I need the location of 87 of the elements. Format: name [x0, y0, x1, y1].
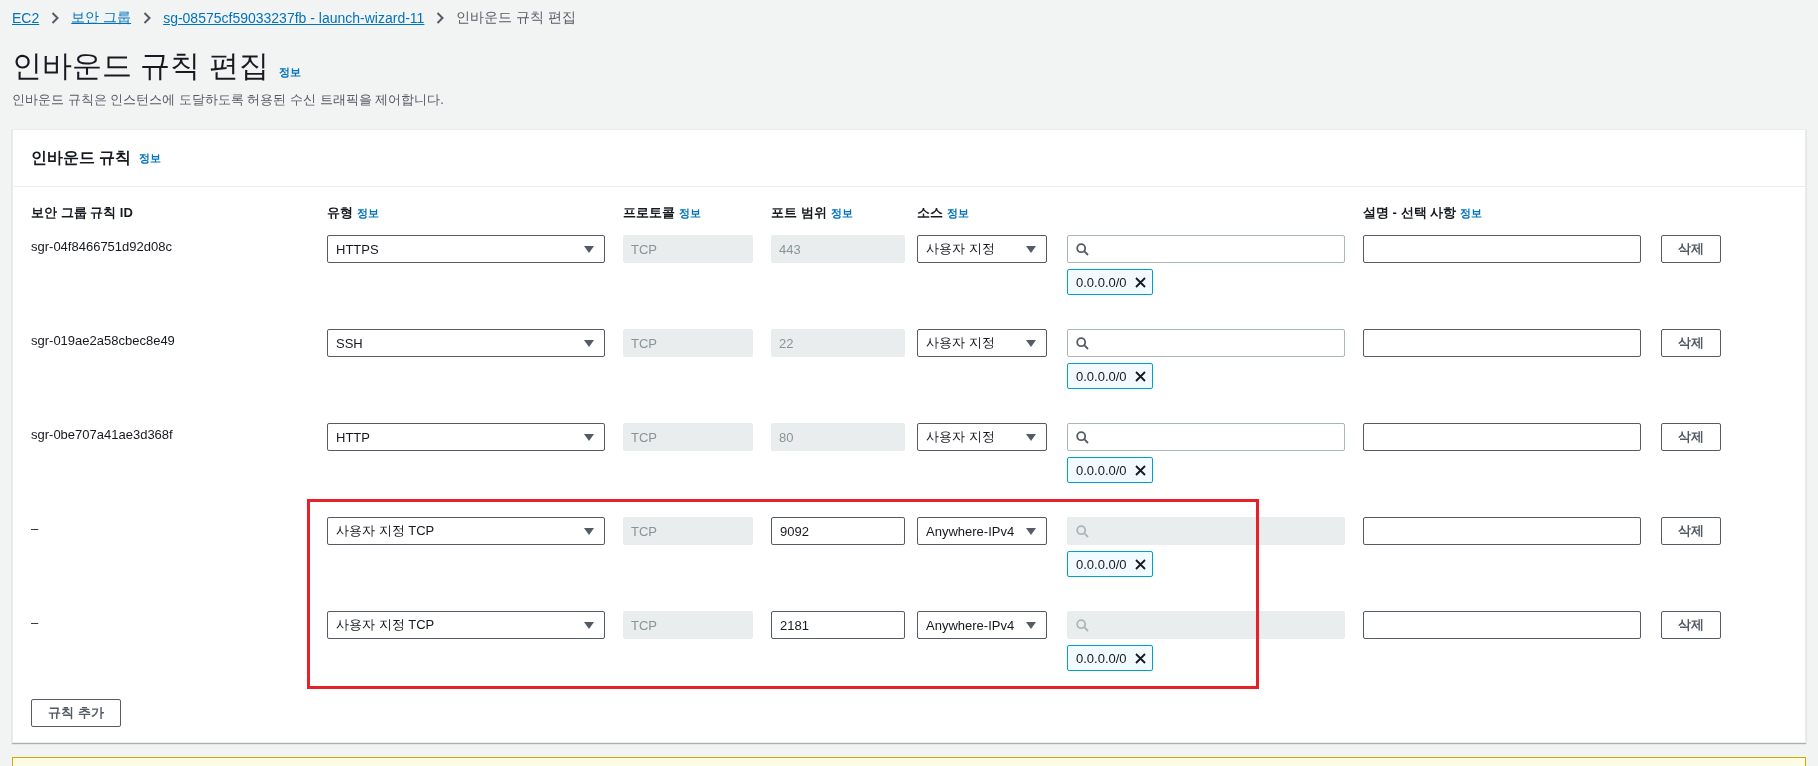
caret-icon: [1026, 621, 1036, 629]
info-link[interactable]: 정보: [830, 206, 853, 221]
column-header: 포트 범위: [771, 204, 827, 222]
page-description: 인바운드 규칙은 인스턴스에 도달하도록 허용된 수신 트래픽을 제어합니다.: [12, 91, 445, 109]
rule-id: sgr-019ae2a58cbec8e49: [31, 332, 176, 348]
source-select[interactable]: 사용자 지정: [917, 423, 1047, 451]
close-icon[interactable]: [1134, 276, 1146, 288]
column-header: 프로토콜: [623, 204, 675, 222]
search-icon: [1076, 430, 1089, 444]
search-icon: [1076, 242, 1089, 256]
column-header: 소스: [917, 204, 943, 222]
search-icon: [1076, 524, 1089, 538]
breadcrumb-item: 인바운드 규칙 편집: [456, 9, 577, 27]
protocol-field: TCP: [623, 235, 753, 263]
type-select[interactable]: HTTP: [327, 423, 605, 451]
info-link[interactable]: 정보: [1460, 206, 1483, 221]
caret-icon: [1026, 527, 1036, 535]
chevron-right-icon: [143, 12, 152, 24]
rule-id: –: [31, 614, 40, 630]
delete-button[interactable]: 삭제: [1661, 517, 1721, 545]
cidr-text: 0.0.0.0/0: [1076, 462, 1127, 478]
column-header: 유형: [327, 204, 353, 222]
page-title: 인바운드 규칙 편집: [12, 48, 269, 84]
type-select[interactable]: 사용자 지정 TCP: [327, 611, 605, 639]
rule-id: sgr-04f8466751d92d08c: [31, 238, 173, 254]
info-link[interactable]: 정보: [947, 206, 969, 221]
cidr-search-field[interactable]: [1067, 235, 1345, 263]
breadcrumb-item[interactable]: 보안 그룹: [71, 9, 132, 27]
description-field[interactable]: [1363, 517, 1641, 545]
type-select[interactable]: SSH: [327, 329, 605, 357]
cidr-text: 0.0.0.0/0: [1076, 650, 1127, 666]
caret-icon: [584, 245, 594, 253]
type-select[interactable]: 사용자 지정 TCP: [327, 517, 605, 545]
chevron-right-icon: [51, 12, 60, 24]
delete-button[interactable]: 삭제: [1661, 423, 1721, 451]
protocol-field: TCP: [623, 423, 753, 451]
cidr-text: 0.0.0.0/0: [1076, 274, 1127, 290]
add-rule-button[interactable]: 규칙 추가: [31, 699, 121, 727]
caret-icon: [1026, 339, 1036, 347]
close-icon[interactable]: [1134, 558, 1146, 570]
caret-icon: [1026, 245, 1036, 253]
caret-icon: [584, 339, 594, 347]
search-icon: [1076, 618, 1089, 632]
source-select[interactable]: Anywhere-IPv4: [917, 517, 1047, 545]
port-range-field: 80: [771, 423, 905, 451]
info-link[interactable]: 정보: [139, 150, 162, 166]
breadcrumb-item[interactable]: EC2: [12, 10, 40, 26]
delete-button[interactable]: 삭제: [1661, 235, 1721, 263]
cidr-text: 0.0.0.0/0: [1076, 368, 1127, 384]
delete-button[interactable]: 삭제: [1661, 329, 1721, 357]
info-link[interactable]: 정보: [679, 206, 701, 221]
source-select[interactable]: 사용자 지정: [917, 329, 1047, 357]
source-select[interactable]: Anywhere-IPv4: [917, 611, 1047, 639]
rule-id: –: [31, 520, 40, 536]
port-range-field: 443: [771, 235, 905, 263]
port-range-field[interactable]: 2181: [771, 611, 905, 639]
cidr-text: 0.0.0.0/0: [1076, 556, 1127, 572]
cidr-search-field[interactable]: [1067, 423, 1345, 451]
description-field[interactable]: [1363, 329, 1641, 357]
close-icon[interactable]: [1134, 370, 1146, 382]
port-range-field: 22: [771, 329, 905, 357]
description-field[interactable]: [1363, 611, 1641, 639]
close-icon[interactable]: [1134, 464, 1146, 476]
description-field[interactable]: [1363, 423, 1641, 451]
chevron-right-icon: [436, 12, 445, 24]
info-link[interactable]: 정보: [357, 206, 379, 221]
protocol-field: TCP: [623, 329, 753, 357]
protocol-field: TCP: [623, 611, 753, 639]
info-link[interactable]: 정보: [278, 65, 301, 80]
column-header: 보안 그룹 규칙 ID: [31, 204, 133, 222]
rule-id: sgr-0be707a41ae3d368f: [31, 426, 174, 442]
cidr-search-field[interactable]: [1067, 329, 1345, 357]
protocol-field: TCP: [623, 517, 753, 545]
caret-icon: [584, 433, 594, 441]
search-icon: [1076, 336, 1089, 350]
breadcrumb-item[interactable]: sg-08575cf59033237fb - launch-wizard-11: [163, 10, 425, 26]
close-icon[interactable]: [1134, 652, 1146, 664]
caret-icon: [1026, 433, 1036, 441]
delete-button[interactable]: 삭제: [1661, 611, 1721, 639]
type-select[interactable]: HTTPS: [327, 235, 605, 263]
source-select[interactable]: 사용자 지정: [917, 235, 1047, 263]
description-field[interactable]: [1363, 235, 1641, 263]
port-range-field[interactable]: 9092: [771, 517, 905, 545]
column-header: 설명 - 선택 사항: [1363, 204, 1457, 222]
caret-icon: [584, 527, 594, 535]
caret-icon: [584, 621, 594, 629]
panel-title: 인바운드 규칙: [31, 147, 132, 168]
